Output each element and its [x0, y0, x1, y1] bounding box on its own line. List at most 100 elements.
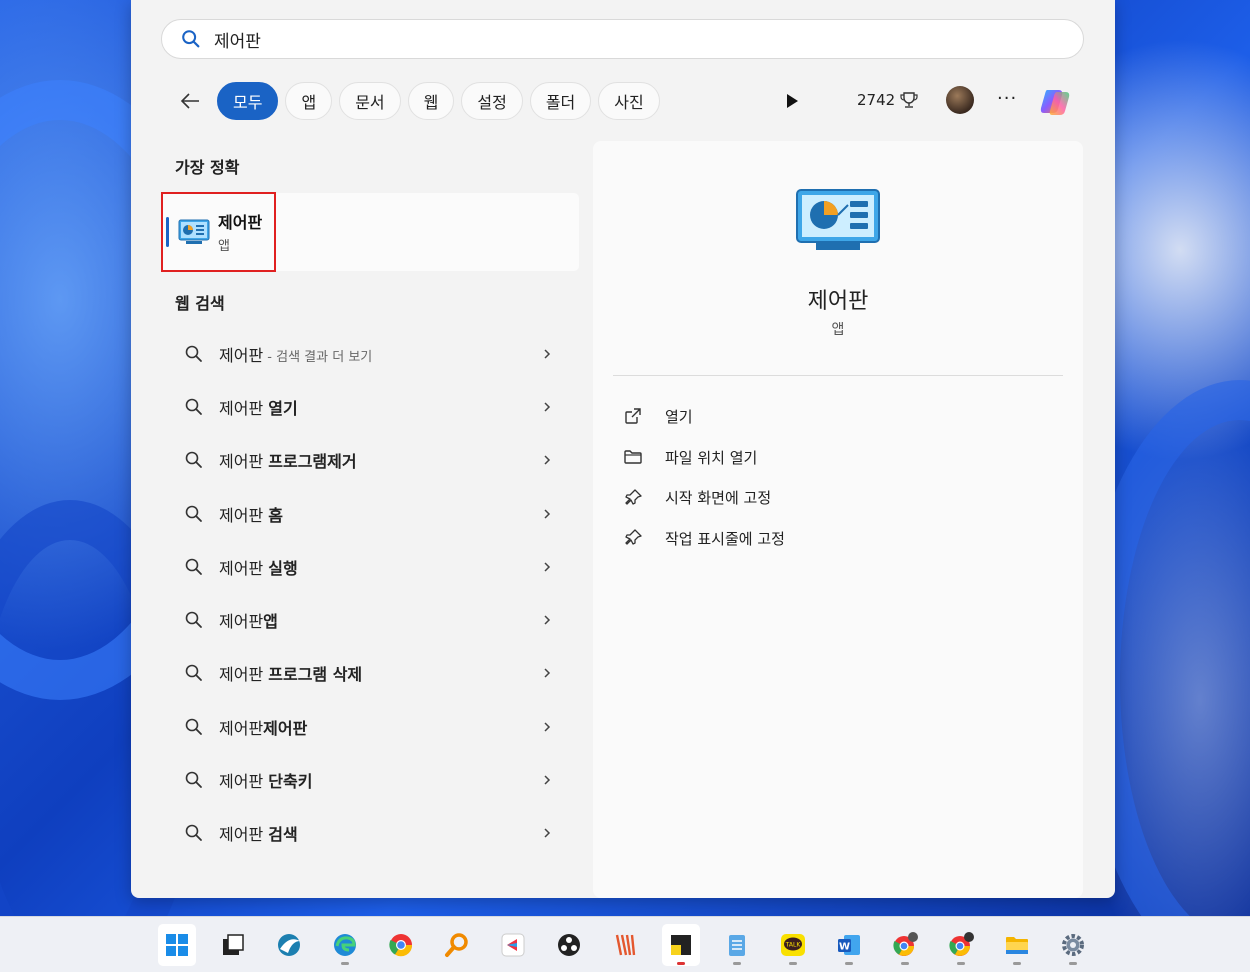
- web-search-item[interactable]: 제어판 프로그램 삭제: [161, 647, 579, 700]
- taskbar-word[interactable]: W: [830, 924, 868, 966]
- taskbar-edge[interactable]: [326, 924, 364, 966]
- taskbar-search-app[interactable]: [438, 924, 476, 966]
- search-icon: [185, 345, 202, 362]
- svg-text:TALK: TALK: [785, 941, 802, 948]
- tab-documents[interactable]: 문서: [339, 82, 401, 120]
- action-label: 열기: [665, 407, 693, 426]
- web-search-item-label: 제어판 단축키: [219, 772, 313, 792]
- web-search-item-label: 제어판제어판: [219, 718, 308, 738]
- action-label: 시작 화면에 고정: [665, 489, 772, 508]
- tab-settings[interactable]: 설정: [461, 82, 523, 120]
- web-search-item-label: 제어판 열기: [219, 398, 298, 418]
- action-open-file-location[interactable]: 파일 위치 열기: [623, 437, 785, 478]
- taskbar-sticky-notes[interactable]: [662, 923, 700, 966]
- search-icon: [185, 451, 202, 469]
- action-open[interactable]: 열기: [623, 396, 785, 437]
- chevron-right-icon: [544, 455, 551, 465]
- search-icon: [185, 558, 202, 575]
- taskbar-app-2[interactable]: [270, 924, 308, 966]
- word-icon: W: [838, 934, 860, 955]
- search-icon: [185, 771, 202, 788]
- copilot-icon[interactable]: [1037, 82, 1077, 122]
- pin-icon: [625, 489, 642, 505]
- tab-apps[interactable]: 앱: [285, 82, 333, 120]
- control-panel-large-icon: [796, 189, 880, 250]
- windows-start-icon: [166, 933, 188, 956]
- edge-icon: [334, 933, 356, 956]
- web-search-item-label: 제어판 프로그램제거: [219, 452, 357, 472]
- search-icon: [185, 718, 202, 735]
- action-pin-to-taskbar[interactable]: 작업 표시줄에 고정: [623, 518, 785, 559]
- taskbar-app-7[interactable]: [494, 924, 532, 966]
- web-search-item[interactable]: 제어판 홈: [161, 487, 579, 540]
- taskbar-app-9[interactable]: [606, 924, 644, 966]
- trophy-icon: [900, 92, 918, 108]
- tab-folders[interactable]: 폴더: [529, 82, 592, 120]
- best-match-heading: 가장 정확: [175, 158, 240, 177]
- chevron-right-icon: [544, 509, 551, 519]
- taskbar: TALK W: [0, 916, 1250, 972]
- rewards-points[interactable]: 2742: [857, 90, 919, 110]
- file-explorer-icon: [1006, 936, 1028, 954]
- web-search-item-label: 제어판 검색: [219, 825, 298, 845]
- search-icon: [185, 505, 202, 522]
- chevron-right-icon: [544, 562, 551, 572]
- taskbar-file-explorer[interactable]: [998, 924, 1036, 966]
- web-search-item-label: 제어판 - 검색 결과 더 보기: [219, 345, 373, 365]
- web-search-item[interactable]: 제어판 열기: [161, 380, 579, 433]
- open-external-icon: [625, 408, 641, 425]
- notepad-icon: [729, 934, 745, 956]
- web-search-item[interactable]: 제어판 검색: [161, 807, 579, 860]
- more-options-icon[interactable]: ···: [997, 88, 1017, 109]
- filter-bar: 모두 앱 문서 웹 설정 폴더 사진 2742 ···: [171, 80, 1081, 122]
- web-search-item-label: 제어판 실행: [219, 558, 298, 578]
- pin-icon: [625, 529, 642, 546]
- tab-web[interactable]: 웹: [407, 82, 455, 120]
- web-search-item[interactable]: 제어판앱: [161, 593, 579, 646]
- web-search-item[interactable]: 제어판제어판: [161, 700, 579, 753]
- chevron-right-icon: [544, 349, 551, 359]
- taskbar-settings[interactable]: [1054, 924, 1092, 966]
- search-panel: 모두 앱 문서 웹 설정 폴더 사진 2742 ···: [131, 0, 1115, 898]
- search-box[interactable]: [161, 19, 1084, 59]
- preview-subtitle: 앱: [831, 322, 845, 338]
- obs-icon: [558, 933, 580, 956]
- chrome-icon: [389, 933, 413, 956]
- web-search-item-label: 제어판 프로그램 삭제: [219, 665, 363, 685]
- web-search-item-label: 제어판 홈: [219, 505, 283, 525]
- taskbar-chrome-profile-2[interactable]: [942, 924, 980, 966]
- play-icon[interactable]: [783, 92, 801, 110]
- task-view-icon: [223, 933, 244, 955]
- action-label: 파일 위치 열기: [665, 448, 758, 467]
- web-search-item[interactable]: 제어판 실행: [161, 540, 579, 593]
- arrow-left-icon: [180, 93, 199, 109]
- action-label: 작업 표시줄에 고정: [665, 529, 785, 548]
- web-search-item[interactable]: 제어판 프로그램제거: [161, 434, 579, 487]
- taskbar-kakaotalk[interactable]: TALK: [774, 924, 812, 966]
- taskbar-task-view[interactable]: [214, 924, 252, 966]
- action-pin-to-start[interactable]: 시작 화면에 고정: [623, 477, 785, 518]
- search-icon: [185, 825, 202, 842]
- web-search-item[interactable]: 제어판 단축키: [161, 753, 579, 806]
- web-search-item[interactable]: 제어판 - 검색 결과 더 보기: [161, 327, 579, 380]
- tab-all[interactable]: 모두: [217, 82, 279, 120]
- chevron-right-icon: [544, 828, 551, 838]
- magnifier-app-icon: [445, 932, 468, 957]
- annotation-highlight-box: [161, 192, 276, 272]
- taskbar-start-button[interactable]: [158, 923, 196, 966]
- taskbar-chrome[interactable]: [382, 924, 420, 966]
- taskbar-notepad[interactable]: [718, 924, 756, 966]
- chevron-right-icon: [544, 722, 551, 732]
- user-avatar[interactable]: [946, 86, 974, 114]
- chevron-right-icon: [544, 775, 551, 785]
- taskbar-obs[interactable]: [550, 924, 588, 966]
- chrome-profile-icon: [893, 931, 918, 956]
- folder-icon: [624, 450, 642, 464]
- taskbar-chrome-profile-1[interactable]: [886, 924, 924, 966]
- tab-photos[interactable]: 사진: [598, 82, 660, 120]
- back-button[interactable]: [171, 82, 209, 120]
- preview-pane: 제어판 앱 열기 파일 위치 열기 시작 화면에 고정 작업 표시줄에 고정: [593, 141, 1083, 898]
- settings-gear-icon: [1062, 933, 1084, 956]
- search-input[interactable]: [214, 29, 1014, 49]
- app-arrow-icon: [501, 933, 525, 956]
